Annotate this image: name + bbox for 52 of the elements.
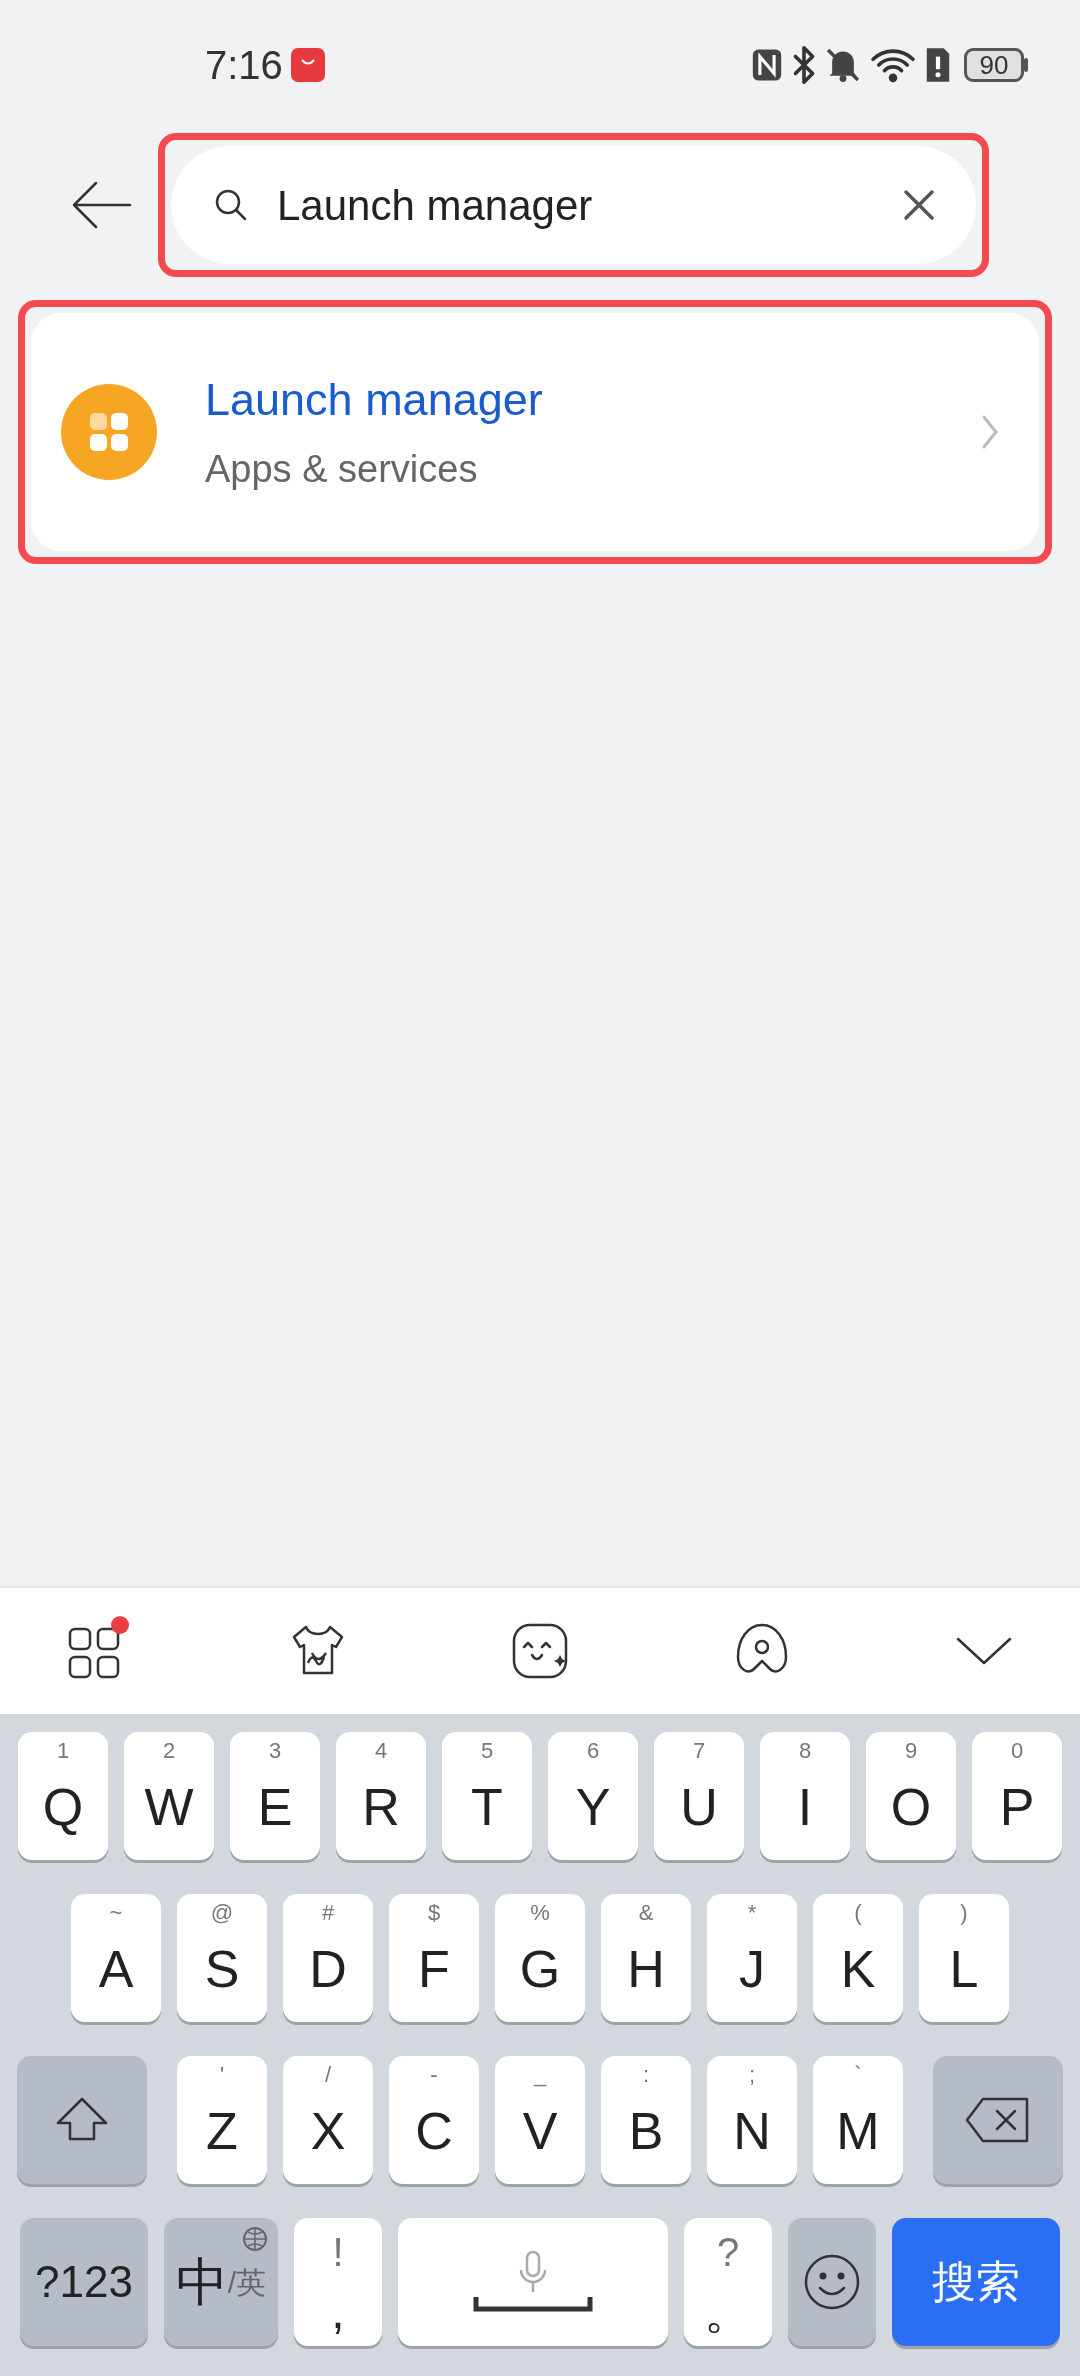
back-button[interactable]: [70, 179, 134, 231]
key[interactable]: ! ,: [294, 2218, 382, 2346]
app-store-icon: [290, 48, 325, 82]
key[interactable]: 8 I: [760, 1732, 850, 1860]
key[interactable]: & H: [601, 1894, 691, 2022]
key[interactable]: ) L: [919, 1894, 1009, 2022]
key[interactable]: # D: [283, 1894, 373, 2022]
key[interactable]: ; N: [707, 2056, 797, 2184]
symbols-key[interactable]: ?123: [20, 2218, 148, 2346]
key[interactable]: ? 。: [684, 2218, 772, 2346]
emoji-key[interactable]: [788, 2218, 876, 2346]
result-title: Launch manager: [205, 372, 544, 427]
backspace-key[interactable]: [933, 2056, 1063, 2184]
battery-level: 90: [964, 48, 1024, 82]
search-key[interactable]: 搜索: [892, 2218, 1060, 2346]
chevron-right-icon: [981, 414, 999, 450]
app-grid-icon: [61, 384, 157, 480]
sim-alert-icon: [924, 45, 952, 85]
search-field[interactable]: Launch manager: [171, 146, 976, 264]
result-card[interactable]: Launch manager Apps & services: [31, 313, 1039, 551]
key[interactable]: / X: [283, 2056, 373, 2184]
key[interactable]: * J: [707, 1894, 797, 2022]
key[interactable]: ` M: [813, 2056, 903, 2184]
bluetooth-icon: [792, 45, 816, 85]
key[interactable]: 2 W: [124, 1732, 214, 1860]
key[interactable]: 7 U: [654, 1732, 744, 1860]
battery-tip-icon: [1024, 58, 1030, 72]
key[interactable]: 4 R: [336, 1732, 426, 1860]
key[interactable]: - C: [389, 2056, 479, 2184]
key[interactable]: 6 Y: [548, 1732, 638, 1860]
key[interactable]: $ F: [389, 1894, 479, 2022]
globe-icon: [242, 2226, 268, 2252]
search-input[interactable]: Launch manager: [275, 172, 902, 238]
key[interactable]: 3 E: [230, 1732, 320, 1860]
key[interactable]: @ S: [177, 1894, 267, 2022]
key[interactable]: 9 O: [866, 1732, 956, 1860]
key[interactable]: ( K: [813, 1894, 903, 2022]
key[interactable]: ~ A: [71, 1894, 161, 2022]
result-subtitle: Apps & services: [205, 447, 479, 493]
smiley-icon: [803, 2253, 861, 2311]
key[interactable]: : B: [601, 2056, 691, 2184]
space-key[interactable]: [398, 2218, 668, 2346]
key[interactable]: _ V: [495, 2056, 585, 2184]
key[interactable]: 5 T: [442, 1732, 532, 1860]
space-bar-icon: [473, 2294, 593, 2314]
clear-icon[interactable]: [902, 188, 936, 222]
clock-time: 7:16: [205, 42, 283, 89]
microphone-icon: [518, 2250, 548, 2294]
key[interactable]: 1 Q: [18, 1732, 108, 1860]
key[interactable]: 0 P: [972, 1732, 1062, 1860]
key[interactable]: ' Z: [177, 2056, 267, 2184]
key[interactable]: % G: [495, 1894, 585, 2022]
